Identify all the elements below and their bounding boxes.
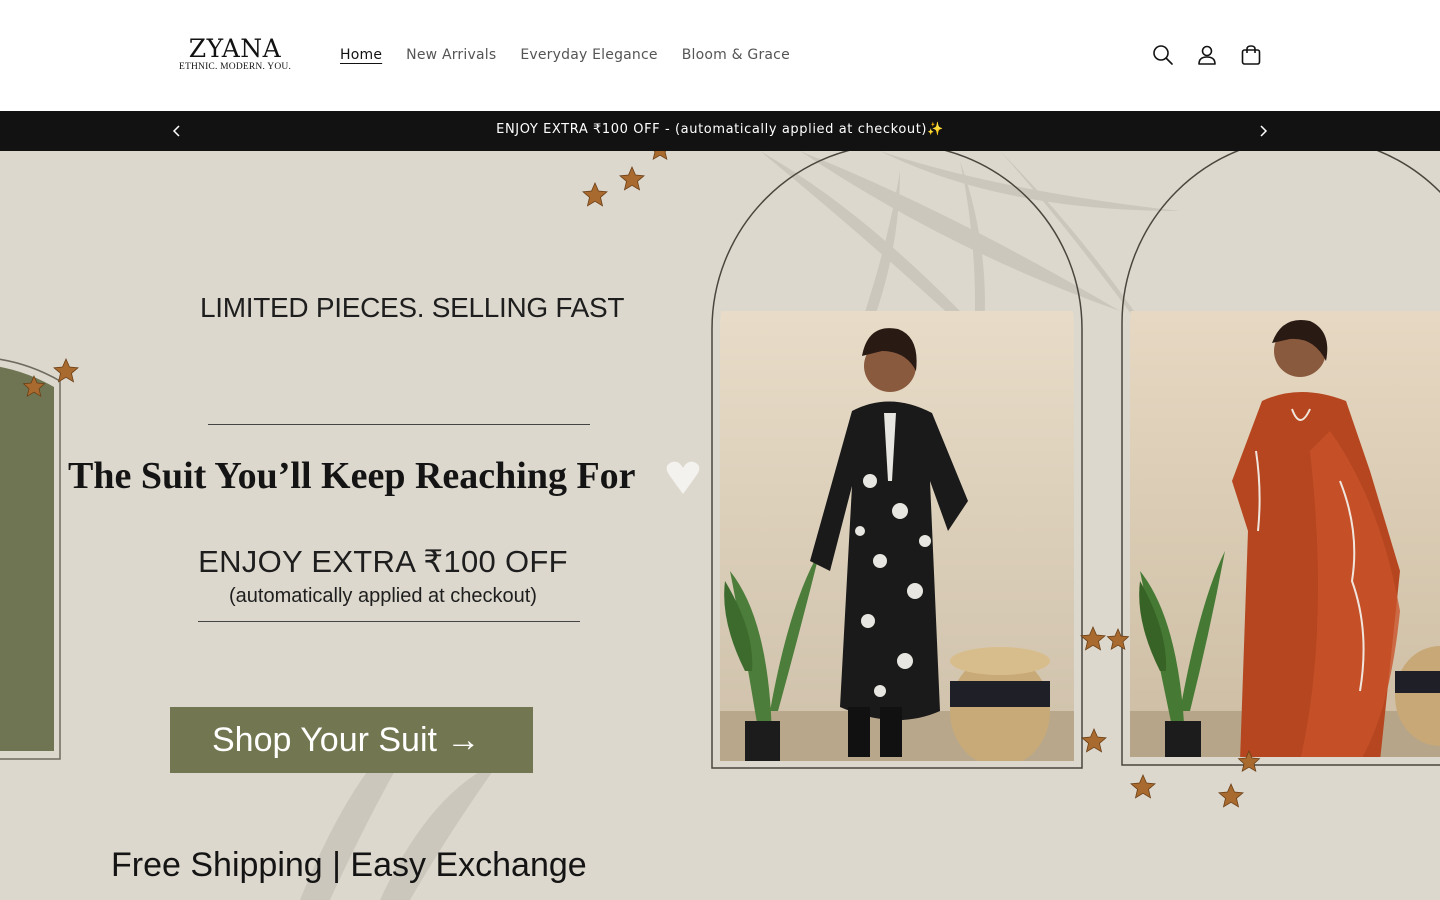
site-header: ZYANA ETHNIC. MODERN. YOU. Home New Arri… bbox=[0, 0, 1440, 111]
left-arch bbox=[0, 358, 61, 760]
chevron-right-icon[interactable] bbox=[1253, 121, 1273, 141]
nav-home[interactable]: Home bbox=[340, 47, 382, 63]
cart-icon[interactable] bbox=[1234, 38, 1268, 72]
main-nav: Home New Arrivals Everyday Elegance Bloo… bbox=[328, 44, 802, 66]
logo-tagline: ETHNIC. MODERN. YOU. bbox=[178, 62, 292, 72]
logo[interactable]: ZYANA ETHNIC. MODERN. YOU. bbox=[178, 36, 292, 74]
nav-everyday-elegance[interactable]: Everyday Elegance bbox=[520, 47, 657, 63]
account-icon[interactable] bbox=[1190, 38, 1224, 72]
search-icon[interactable] bbox=[1146, 38, 1180, 72]
hero-kicker: LIMITED PIECES. SELLING FAST bbox=[200, 292, 625, 323]
logo-name: ZYANA bbox=[188, 34, 282, 63]
offer-subtext: (automatically applied at checkout) bbox=[229, 585, 537, 607]
divider-top bbox=[208, 424, 590, 425]
offer-headline: ENJOY EXTRA ₹100 OFF bbox=[198, 544, 568, 579]
divider-bottom bbox=[198, 621, 580, 622]
hero-banner[interactable]: LIMITED PIECES. SELLING FAST The Suit Yo… bbox=[0, 151, 1440, 900]
shop-your-suit-button[interactable]: Shop Your Suit → bbox=[170, 707, 533, 773]
shipping-note: Free Shipping | Easy Exchange bbox=[111, 846, 587, 884]
header-icons bbox=[1146, 38, 1268, 72]
hero-title: The Suit You’ll Keep Reaching For bbox=[68, 455, 636, 497]
announcement-text[interactable]: ENJOY EXTRA ₹100 OFF - (automatically ap… bbox=[0, 111, 1440, 151]
announcement-bar: ENJOY EXTRA ₹100 OFF - (automatically ap… bbox=[0, 111, 1440, 151]
arch-rust-suit bbox=[1121, 151, 1440, 766]
heart-emoji bbox=[666, 461, 700, 494]
arch-black-suit bbox=[711, 151, 1083, 769]
nav-new-arrivals[interactable]: New Arrivals bbox=[406, 47, 496, 63]
hero-illustration bbox=[0, 151, 1440, 900]
nav-bloom-grace[interactable]: Bloom & Grace bbox=[682, 47, 790, 63]
